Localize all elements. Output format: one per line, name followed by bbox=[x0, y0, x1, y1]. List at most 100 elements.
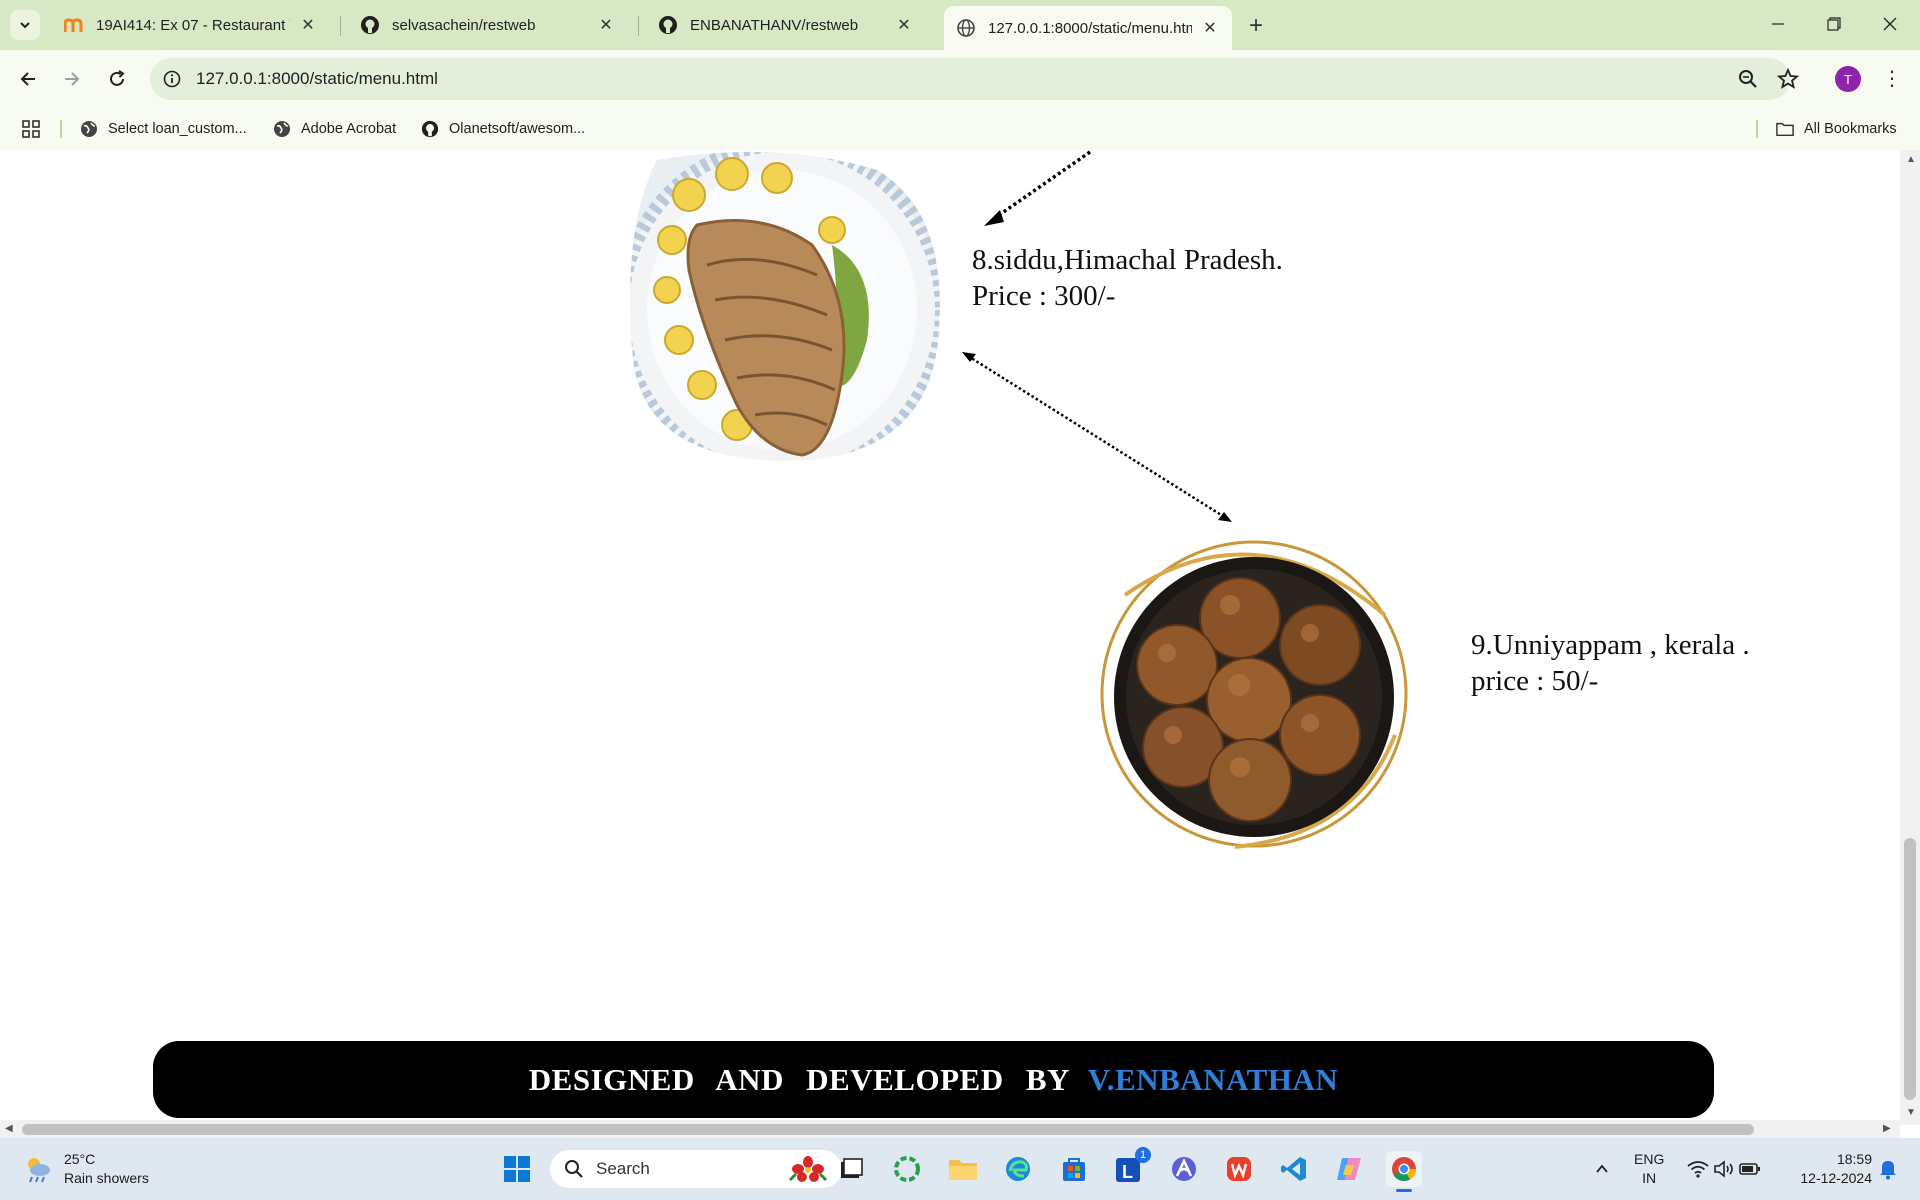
github-icon bbox=[658, 15, 678, 35]
svg-text:L: L bbox=[1122, 1162, 1133, 1182]
tab-title: 127.0.0.1:8000/static/menu.htm bbox=[988, 19, 1192, 37]
tab-strip: 19AI414: Ex 07 - Restaurant We ✕ selvasa… bbox=[0, 0, 1920, 50]
github-icon bbox=[421, 120, 439, 138]
language-indicator[interactable]: ENG IN bbox=[1634, 1150, 1664, 1188]
zoom-icon[interactable] bbox=[1736, 67, 1760, 91]
store-button[interactable] bbox=[1056, 1151, 1092, 1187]
tray-overflow-button[interactable] bbox=[1584, 1151, 1620, 1187]
close-icon[interactable]: ✕ bbox=[298, 15, 318, 35]
browser-toolbar: 127.0.0.1:8000/static/menu.html bbox=[0, 50, 1920, 108]
tab-title: selvasachein/restweb bbox=[392, 16, 536, 34]
horizontal-scroll-thumb[interactable] bbox=[22, 1124, 1754, 1135]
url-text[interactable]: 127.0.0.1:8000/static/menu.html bbox=[196, 69, 438, 89]
tab-menu-active[interactable]: 127.0.0.1:8000/static/menu.htm ✕ bbox=[944, 6, 1232, 50]
tab-moodle[interactable]: 19AI414: Ex 07 - Restaurant We ✕ bbox=[52, 8, 330, 42]
vscode-icon bbox=[1281, 1157, 1306, 1181]
bookmark-item[interactable]: Select loan_custom... bbox=[80, 116, 247, 142]
horizontal-scrollbar[interactable]: ◀ ▶ bbox=[0, 1120, 1900, 1138]
tab-github-selvasachein[interactable]: selvasachein/restweb ✕ bbox=[348, 8, 628, 42]
new-tab-button[interactable]: + bbox=[1242, 12, 1270, 40]
dish-9-name: 9.Unniyappam , kerala . bbox=[1471, 629, 1750, 661]
bookmark-label: Olanetsoft/awesom... bbox=[449, 121, 586, 137]
bookmark-item[interactable]: Adobe Acrobat bbox=[273, 116, 396, 142]
copilot-icon bbox=[1337, 1158, 1361, 1180]
tab-divider bbox=[638, 16, 639, 36]
taskbar-search[interactable]: Search bbox=[550, 1150, 842, 1188]
footer-banner: DESIGNED AND DEVELOPED BY V.ENBANATHAN bbox=[153, 1041, 1714, 1118]
clock-time: 18:59 bbox=[1836, 1151, 1872, 1167]
forward-button[interactable] bbox=[56, 63, 88, 95]
minimize-icon bbox=[1772, 23, 1784, 25]
clock[interactable]: 18:59 12-12-2024 bbox=[1784, 1150, 1872, 1188]
volume-icon bbox=[1714, 1160, 1733, 1178]
search-icon bbox=[565, 1160, 583, 1178]
task-view-button[interactable] bbox=[833, 1151, 869, 1187]
active-app-indicator bbox=[1396, 1189, 1412, 1192]
github-icon bbox=[360, 15, 380, 35]
wps-office-button[interactable] bbox=[1221, 1151, 1257, 1187]
scroll-left-icon[interactable]: ◀ bbox=[5, 1123, 13, 1134]
dotted-double-arrow bbox=[962, 352, 1232, 522]
apps-grid-icon[interactable] bbox=[22, 116, 40, 142]
close-icon bbox=[1883, 17, 1897, 31]
copilot-button[interactable] bbox=[1331, 1151, 1367, 1187]
weather-temp: 25°C bbox=[64, 1151, 96, 1167]
window-close-button[interactable] bbox=[1862, 6, 1918, 42]
copilot-ring-app[interactable] bbox=[889, 1151, 925, 1187]
notification-badge: 1 bbox=[1135, 1147, 1151, 1163]
site-info-icon[interactable] bbox=[160, 67, 184, 91]
arrow-right-icon bbox=[65, 72, 80, 86]
l-app-button[interactable]: L 1 bbox=[1111, 1147, 1151, 1187]
siddu-dish-image bbox=[630, 152, 940, 461]
start-button[interactable] bbox=[499, 1151, 535, 1187]
bookmarks-divider bbox=[60, 120, 62, 138]
dotted-arrow bbox=[984, 150, 1091, 226]
weather-rain-icon bbox=[28, 1158, 50, 1183]
arrow-left-icon bbox=[20, 72, 35, 86]
scroll-down-icon[interactable]: ▼ bbox=[1906, 1107, 1916, 1118]
task-view-icon bbox=[841, 1158, 863, 1178]
battery-icon bbox=[1739, 1163, 1760, 1175]
windows-taskbar: 25°C Rain showers Search L 1 ENG IN 18:5… bbox=[0, 1138, 1920, 1200]
bookmark-item[interactable]: Olanetsoft/awesom... bbox=[421, 116, 585, 142]
edge-button[interactable] bbox=[1000, 1151, 1036, 1187]
globe-icon bbox=[956, 18, 976, 38]
dish-9-price: price : 50/- bbox=[1471, 665, 1599, 697]
profile-avatar[interactable]: T bbox=[1835, 66, 1861, 92]
weather-widget[interactable]: 25°C Rain showers bbox=[22, 1150, 149, 1188]
address-bar[interactable]: 127.0.0.1:8000/static/menu.html bbox=[150, 58, 1800, 100]
back-button[interactable] bbox=[12, 63, 44, 95]
arc-app-icon bbox=[1172, 1157, 1196, 1181]
chevron-down-icon bbox=[20, 22, 30, 29]
globe-icon bbox=[273, 120, 291, 138]
reload-button[interactable] bbox=[101, 63, 133, 95]
scroll-up-icon[interactable]: ▲ bbox=[1906, 154, 1916, 165]
bookmark-star-icon[interactable] bbox=[1776, 67, 1800, 91]
arc-app-button[interactable] bbox=[1166, 1151, 1202, 1187]
system-tray-status[interactable] bbox=[1682, 1151, 1766, 1187]
chrome-button[interactable] bbox=[1386, 1151, 1422, 1192]
wps-icon bbox=[1227, 1157, 1251, 1181]
tab-github-enbanathanv[interactable]: ENBANATHANV/restweb ✕ bbox=[646, 8, 926, 42]
tab-title: 19AI414: Ex 07 - Restaurant We bbox=[96, 16, 290, 34]
tab-divider bbox=[340, 16, 341, 36]
all-bookmarks-button[interactable]: All Bookmarks bbox=[1776, 116, 1897, 142]
vscode-button[interactable] bbox=[1276, 1151, 1312, 1187]
close-icon[interactable]: ✕ bbox=[894, 15, 914, 35]
minimize-button[interactable] bbox=[1750, 6, 1806, 42]
more-menu-icon[interactable]: ⋮ bbox=[1880, 62, 1904, 94]
tab-search-button[interactable] bbox=[10, 10, 40, 40]
vertical-scroll-thumb[interactable] bbox=[1904, 838, 1916, 1100]
close-icon[interactable]: ✕ bbox=[596, 15, 616, 35]
edge-icon bbox=[1006, 1157, 1030, 1181]
footer-credit-text: DESIGNED AND DEVELOPED BY bbox=[528, 1061, 1070, 1097]
weather-desc: Rain showers bbox=[64, 1170, 149, 1186]
close-icon[interactable]: ✕ bbox=[1200, 18, 1220, 38]
footer-author-name: V.ENBANATHAN bbox=[1087, 1061, 1339, 1097]
scroll-right-icon[interactable]: ▶ bbox=[1883, 1123, 1891, 1134]
region-code: IN bbox=[1642, 1170, 1657, 1186]
notifications-button[interactable] bbox=[1876, 1151, 1900, 1187]
vertical-scrollbar[interactable]: ▲ ▼ bbox=[1900, 150, 1920, 1125]
restore-button[interactable] bbox=[1806, 6, 1862, 42]
file-explorer-button[interactable] bbox=[945, 1151, 981, 1187]
